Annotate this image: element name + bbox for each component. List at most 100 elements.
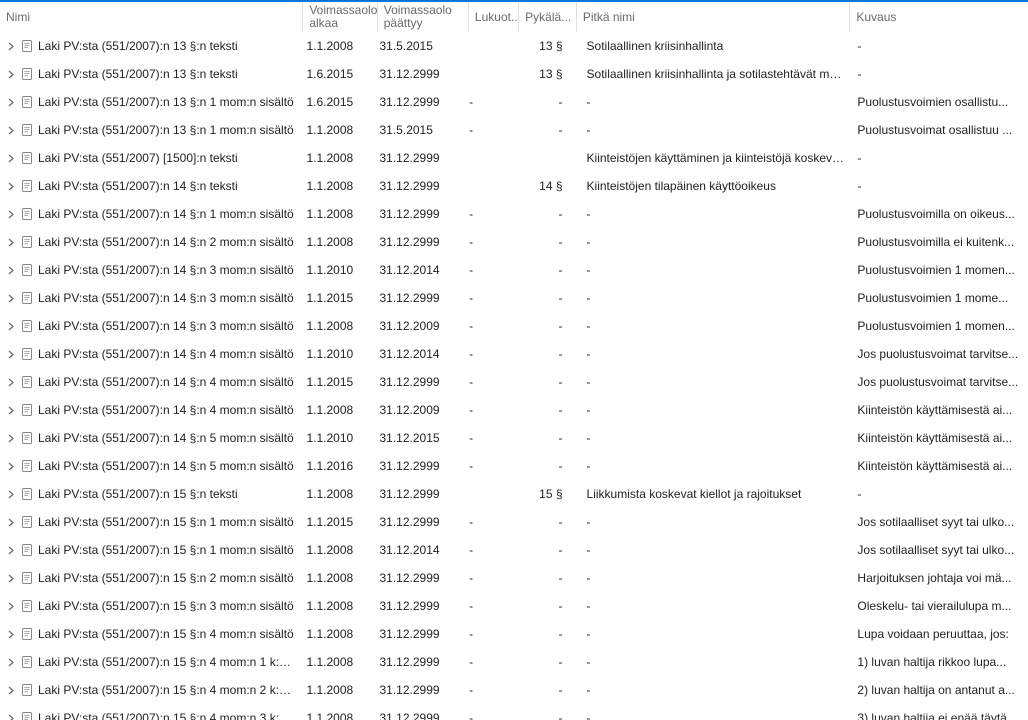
table-row[interactable]: Laki PV:sta (551/2007):n 15 §:n 4 mom:n …: [0, 704, 1028, 720]
cell-voimassaolo-paattyy: 31.12.2999: [374, 459, 464, 473]
cell-lukuot: -: [463, 403, 512, 417]
cell-pitka-nimi: -: [573, 431, 852, 445]
cell-kuvaus: Puolustusvoimat osallistuu ...: [851, 123, 1028, 137]
cell-pykala: 15 §: [512, 487, 572, 501]
table-row[interactable]: Laki PV:sta (551/2007):n 14 §:n 1 mom:n …: [0, 200, 1028, 228]
cell-pykala: -: [512, 515, 572, 529]
table-row[interactable]: Laki PV:sta (551/2007):n 13 §:n teksti1.…: [0, 32, 1028, 60]
expand-icon[interactable]: [6, 405, 16, 415]
expand-icon[interactable]: [6, 377, 16, 387]
cell-kuvaus: Kiinteistön käyttämisestä ai...: [851, 459, 1028, 473]
expand-icon[interactable]: [6, 517, 16, 527]
row-name: Laki PV:sta (551/2007):n 14 §:n 5 mom:n …: [38, 431, 294, 445]
table-row[interactable]: Laki PV:sta (551/2007):n 14 §:n 5 mom:n …: [0, 424, 1028, 452]
expand-icon[interactable]: [6, 601, 16, 611]
expand-icon[interactable]: [6, 97, 16, 107]
expand-icon[interactable]: [6, 489, 16, 499]
cell-lukuot: -: [463, 375, 512, 389]
expand-icon[interactable]: [6, 433, 16, 443]
column-header-pitka-nimi[interactable]: Pitkä nimi: [576, 2, 850, 32]
table-row[interactable]: Laki PV:sta (551/2007):n 15 §:n 4 mom:n …: [0, 676, 1028, 704]
cell-lukuot: -: [463, 711, 512, 720]
cell-voimassaolo-alkaa: 1.1.2008: [300, 683, 373, 697]
expand-icon[interactable]: [6, 629, 16, 639]
expand-icon[interactable]: [6, 293, 16, 303]
expand-icon[interactable]: [6, 41, 16, 51]
expand-icon[interactable]: [6, 461, 16, 471]
table-row[interactable]: Laki PV:sta (551/2007):n 14 §:n teksti1.…: [0, 172, 1028, 200]
table-row[interactable]: Laki PV:sta (551/2007):n 14 §:n 5 mom:n …: [0, 452, 1028, 480]
data-grid: Nimi Voimassaolo alkaa Voimassaolo päätt…: [0, 0, 1028, 720]
cell-nimi: Laki PV:sta (551/2007):n 14 §:n 3 mom:n …: [0, 291, 300, 305]
cell-kuvaus: 1) luvan haltija rikkoo lupa...: [851, 655, 1028, 669]
table-row[interactable]: Laki PV:sta (551/2007):n 15 §:n teksti1.…: [0, 480, 1028, 508]
expand-icon[interactable]: [6, 181, 16, 191]
expand-icon[interactable]: [6, 321, 16, 331]
cell-lukuot: -: [463, 95, 512, 109]
column-header-label: Lukuot...: [475, 11, 512, 24]
table-row[interactable]: Laki PV:sta (551/2007):n 14 §:n 3 mom:n …: [0, 256, 1028, 284]
table-row[interactable]: Laki PV:sta (551/2007):n 14 §:n 4 mom:n …: [0, 368, 1028, 396]
expand-icon[interactable]: [6, 573, 16, 583]
document-icon: [20, 571, 34, 585]
expand-icon[interactable]: [6, 237, 16, 247]
table-row[interactable]: Laki PV:sta (551/2007):n 13 §:n 1 mom:n …: [0, 88, 1028, 116]
expand-icon[interactable]: [6, 69, 16, 79]
table-row[interactable]: Laki PV:sta (551/2007):n 15 §:n 1 mom:n …: [0, 536, 1028, 564]
document-icon: [20, 151, 34, 165]
column-header-nimi[interactable]: Nimi: [0, 2, 302, 32]
cell-pykala: -: [512, 599, 572, 613]
row-name: Laki PV:sta (551/2007):n 15 §:n 4 mom:n …: [38, 655, 294, 669]
table-row[interactable]: Laki PV:sta (551/2007):n 13 §:n 1 mom:n …: [0, 116, 1028, 144]
column-header-lukuot[interactable]: Lukuot...: [468, 2, 518, 32]
table-row[interactable]: Laki PV:sta (551/2007):n 14 §:n 3 mom:n …: [0, 284, 1028, 312]
cell-voimassaolo-paattyy: 31.12.2009: [374, 403, 464, 417]
cell-kuvaus: Jos puolustusvoimat tarvitse...: [851, 347, 1028, 361]
table-row[interactable]: Laki PV:sta (551/2007):n 15 §:n 4 mom:n …: [0, 620, 1028, 648]
table-row[interactable]: Laki PV:sta (551/2007) [1500]:n teksti1.…: [0, 144, 1028, 172]
expand-icon[interactable]: [6, 153, 16, 163]
cell-pitka-nimi: -: [573, 403, 852, 417]
expand-icon[interactable]: [6, 545, 16, 555]
cell-voimassaolo-paattyy: 31.12.2999: [374, 151, 464, 165]
table-row[interactable]: Laki PV:sta (551/2007):n 15 §:n 3 mom:n …: [0, 592, 1028, 620]
expand-icon[interactable]: [6, 265, 16, 275]
cell-kuvaus: Oleskelu- tai vierailulupa m...: [851, 599, 1028, 613]
cell-nimi: Laki PV:sta (551/2007):n 15 §:n 3 mom:n …: [0, 599, 300, 613]
cell-pykala: -: [512, 627, 572, 641]
expand-icon[interactable]: [6, 685, 16, 695]
table-row[interactable]: Laki PV:sta (551/2007):n 14 §:n 2 mom:n …: [0, 228, 1028, 256]
column-header-label: alkaa: [309, 17, 370, 30]
cell-pitka-nimi: -: [573, 263, 852, 277]
expand-icon[interactable]: [6, 713, 16, 720]
cell-pykala: -: [512, 207, 572, 221]
table-row[interactable]: Laki PV:sta (551/2007):n 15 §:n 2 mom:n …: [0, 564, 1028, 592]
expand-icon[interactable]: [6, 125, 16, 135]
column-header-voimassaolo-alkaa[interactable]: Voimassaolo alkaa: [302, 2, 376, 32]
cell-pykala: 13 §: [512, 39, 572, 53]
table-row[interactable]: Laki PV:sta (551/2007):n 14 §:n 3 mom:n …: [0, 312, 1028, 340]
cell-pitka-nimi: -: [573, 459, 852, 473]
table-row[interactable]: Laki PV:sta (551/2007):n 14 §:n 4 mom:n …: [0, 340, 1028, 368]
table-row[interactable]: Laki PV:sta (551/2007):n 13 §:n teksti1.…: [0, 60, 1028, 88]
expand-icon[interactable]: [6, 657, 16, 667]
cell-voimassaolo-paattyy: 31.12.2999: [374, 571, 464, 585]
cell-pykala: -: [512, 459, 572, 473]
column-header-voimassaolo-paattyy[interactable]: Voimassaolo päättyy: [377, 2, 468, 32]
table-row[interactable]: Laki PV:sta (551/2007):n 14 §:n 4 mom:n …: [0, 396, 1028, 424]
cell-nimi: Laki PV:sta (551/2007):n 13 §:n 1 mom:n …: [0, 123, 300, 137]
cell-pykala: -: [512, 95, 572, 109]
cell-lukuot: -: [463, 683, 512, 697]
cell-nimi: Laki PV:sta (551/2007):n 13 §:n teksti: [0, 67, 300, 81]
cell-voimassaolo-paattyy: 31.12.2999: [374, 487, 464, 501]
column-header-kuvaus[interactable]: Kuvaus: [849, 2, 1028, 32]
column-header-label: päättyy: [384, 17, 462, 30]
document-icon: [20, 235, 34, 249]
column-header-pykala[interactable]: Pykälä...: [518, 2, 576, 32]
cell-pykala: -: [512, 543, 572, 557]
expand-icon[interactable]: [6, 209, 16, 219]
expand-icon[interactable]: [6, 349, 16, 359]
cell-kuvaus: Kiinteistön käyttämisestä ai...: [851, 403, 1028, 417]
table-row[interactable]: Laki PV:sta (551/2007):n 15 §:n 1 mom:n …: [0, 508, 1028, 536]
table-row[interactable]: Laki PV:sta (551/2007):n 15 §:n 4 mom:n …: [0, 648, 1028, 676]
